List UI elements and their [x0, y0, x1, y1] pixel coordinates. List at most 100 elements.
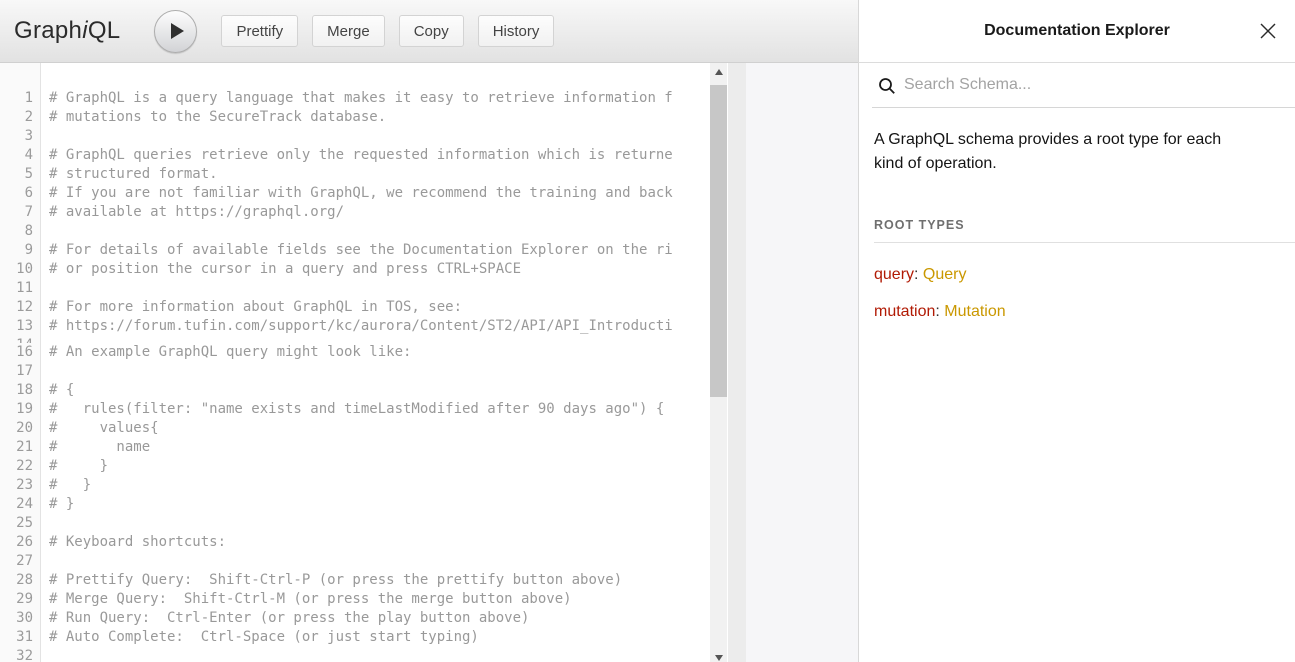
code-text: # Run Query: Ctrl-Enter (or press the pl… — [41, 609, 529, 628]
execute-query-button[interactable] — [154, 10, 197, 53]
code-text: # } — [41, 457, 108, 476]
code-line-17: 17 — [0, 362, 728, 381]
code-text: # { — [41, 381, 74, 400]
doc-explorer-title: Documentation Explorer — [984, 22, 1170, 40]
code-line-31: 31# Auto Complete: Ctrl-Space (or just s… — [0, 628, 728, 647]
line-number: 14 — [0, 336, 41, 343]
toolbar: GraphiQL Prettify Merge Copy History — [0, 0, 858, 63]
logo-text-2: QL — [88, 17, 121, 44]
code-text: # rules(filter: "name exists and timeLas… — [41, 400, 664, 419]
code-text: # If you are not familiar with GraphQL, … — [41, 184, 673, 203]
line-number: 20 — [0, 419, 41, 438]
code-text: # mutations to the SecureTrack database. — [41, 108, 386, 127]
code-line-21: 21# name — [0, 438, 728, 457]
code-line-32: 32 — [0, 647, 728, 662]
code-text: # GraphQL is a query language that makes… — [41, 89, 673, 108]
line-number: 3 — [0, 127, 41, 146]
code-text: # available at https://graphql.org/ — [41, 203, 344, 222]
line-number: 7 — [0, 203, 41, 222]
code-line-22: 22# } — [0, 457, 728, 476]
code-text: # GraphQL queries retrieve only the requ… — [41, 146, 673, 165]
code-line-26: 26# Keyboard shortcuts: — [0, 533, 728, 552]
field-name-query: query — [874, 266, 914, 283]
root-type-query: query: Query — [874, 266, 1295, 284]
code-text: # For details of available fields see th… — [41, 241, 673, 260]
close-doc-explorer-button[interactable] — [1258, 21, 1278, 41]
line-number: 9 — [0, 241, 41, 260]
doc-explorer-title-bar: Documentation Explorer — [859, 0, 1295, 63]
separator: : — [935, 303, 944, 320]
code-text: # For more information about GraphQL in … — [41, 298, 462, 317]
merge-button[interactable]: Merge — [312, 15, 385, 47]
schema-search-box[interactable] — [872, 63, 1295, 108]
code-line-29: 29# Merge Query: Shift-Ctrl-M (or press … — [0, 590, 728, 609]
type-link-query[interactable]: Query — [923, 266, 967, 283]
pane-divider[interactable] — [728, 63, 746, 662]
query-editor[interactable]: 1# GraphQL is a query language that make… — [0, 63, 728, 662]
code-line-6: 6# If you are not familiar with GraphQL,… — [0, 184, 728, 203]
line-number: 8 — [0, 222, 41, 241]
code-text — [41, 336, 49, 343]
logo-text-1: Graph — [14, 17, 82, 44]
line-number: 28 — [0, 571, 41, 590]
copy-button[interactable]: Copy — [399, 15, 464, 47]
line-number: 12 — [0, 298, 41, 317]
code-text: # name — [41, 438, 150, 457]
code-text — [41, 552, 49, 571]
code-line-4: 4# GraphQL queries retrieve only the req… — [0, 146, 728, 165]
code-line-14: 14 — [0, 336, 728, 343]
graphiql-logo: GraphiQL — [14, 17, 120, 45]
code-line-12: 12# For more information about GraphQL i… — [0, 298, 728, 317]
scrollbar-thumb[interactable] — [710, 85, 727, 397]
line-number: 30 — [0, 609, 41, 628]
code-text: # values{ — [41, 419, 159, 438]
doc-explorer-contents: A GraphQL schema provides a root type fo… — [859, 108, 1295, 321]
separator: : — [914, 266, 923, 283]
line-number: 17 — [0, 362, 41, 381]
prettify-button[interactable]: Prettify — [221, 15, 298, 47]
code-line-27: 27 — [0, 552, 728, 571]
line-number: 31 — [0, 628, 41, 647]
root-type-mutation: mutation: Mutation — [874, 303, 1295, 321]
workspace: 1# GraphQL is a query language that make… — [0, 63, 858, 662]
line-number: 10 — [0, 260, 41, 279]
code-line-11: 11 — [0, 279, 728, 298]
line-number: 22 — [0, 457, 41, 476]
root-types-heading: ROOT TYPES — [874, 218, 1295, 243]
code-line-19: 19# rules(filter: "name exists and timeL… — [0, 400, 728, 419]
code-line-8: 8 — [0, 222, 728, 241]
code-text: # structured format. — [41, 165, 218, 184]
line-number: 23 — [0, 476, 41, 495]
code-line-3: 3 — [0, 127, 728, 146]
scroll-down-icon — [715, 655, 723, 661]
code-text — [41, 127, 49, 146]
line-number: 2 — [0, 108, 41, 127]
code-text: # Prettify Query: Shift-Ctrl-P (or press… — [41, 571, 622, 590]
code-text: # or position the cursor in a query and … — [41, 260, 521, 279]
line-number: 11 — [0, 279, 41, 298]
code-text: # Auto Complete: Ctrl-Space (or just sta… — [41, 628, 479, 647]
field-name-mutation: mutation — [874, 303, 935, 320]
code-text — [41, 279, 49, 298]
line-number: 32 — [0, 647, 41, 662]
play-icon — [171, 23, 184, 39]
code-line-7: 7# available at https://graphql.org/ — [0, 203, 728, 222]
code-text: # } — [41, 495, 74, 514]
code-line-28: 28# Prettify Query: Shift-Ctrl-P (or pre… — [0, 571, 728, 590]
search-schema-input[interactable] — [904, 76, 1244, 94]
code-line-18: 18# { — [0, 381, 728, 400]
line-number: 13 — [0, 317, 41, 336]
search-icon — [878, 77, 896, 95]
scroll-up-button[interactable] — [710, 63, 727, 80]
type-link-mutation[interactable]: Mutation — [944, 303, 1005, 320]
code-text: # } — [41, 476, 91, 495]
code-line-23: 23# } — [0, 476, 728, 495]
schema-intro-text: A GraphQL schema provides a root type fo… — [874, 128, 1232, 176]
scroll-down-button[interactable] — [710, 649, 727, 662]
code-line-30: 30# Run Query: Ctrl-Enter (or press the … — [0, 609, 728, 628]
line-number: 21 — [0, 438, 41, 457]
editor-scrollbar[interactable] — [710, 63, 727, 662]
code-line-25: 25 — [0, 514, 728, 533]
code-line-5: 5# structured format. — [0, 165, 728, 184]
history-button[interactable]: History — [478, 15, 555, 47]
